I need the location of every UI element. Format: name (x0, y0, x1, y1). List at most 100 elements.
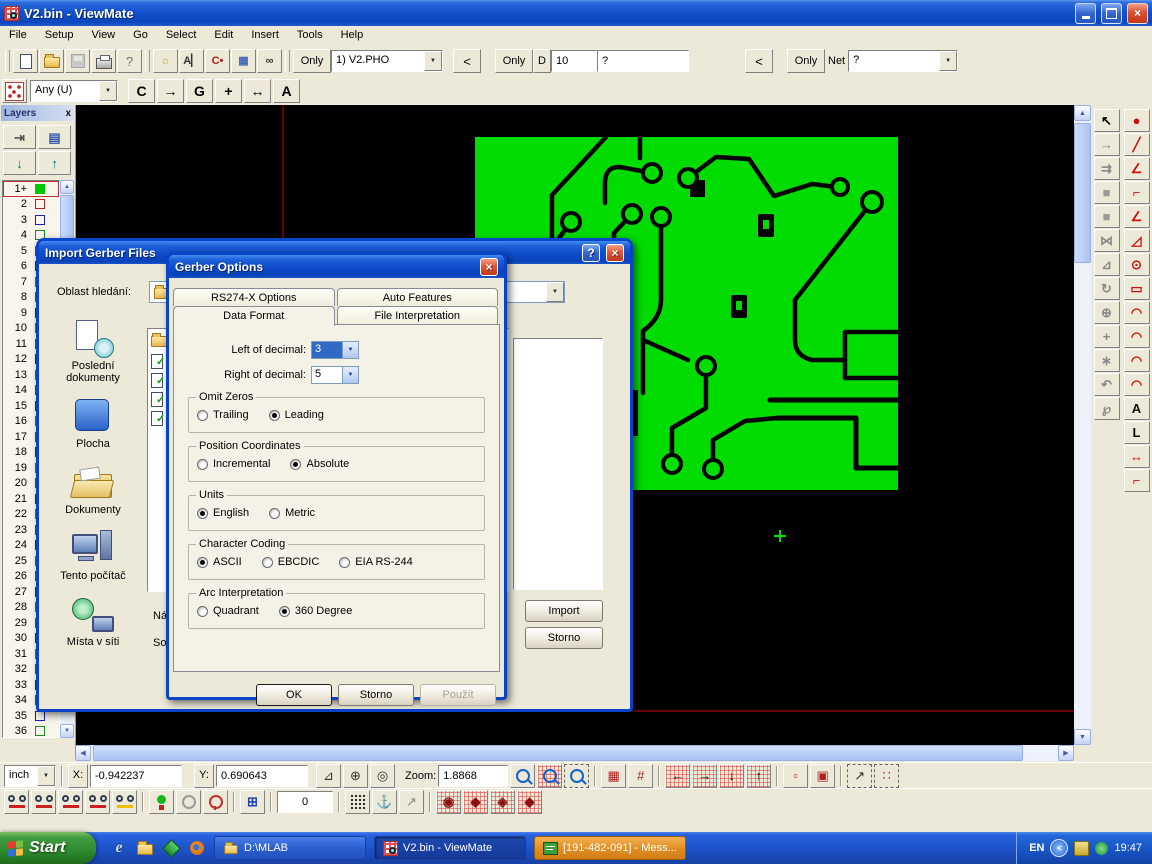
arc-cw-tool-icon[interactable]: ◠ (1124, 373, 1150, 396)
pan-up-icon[interactable]: ↑ (746, 764, 771, 788)
menu-item[interactable]: Go (124, 26, 157, 45)
print-icon[interactable] (91, 49, 116, 73)
layer-color-swatch[interactable] (35, 199, 45, 209)
dcode-list-icon[interactable]: C• (205, 49, 230, 73)
tray-clipboard-icon[interactable] (1074, 841, 1089, 856)
taskbar-task[interactable]: V2.bin - ViewMate (374, 836, 526, 860)
triangle-tool-icon[interactable]: ◿ (1124, 229, 1150, 252)
only-net-button[interactable]: Only (787, 49, 825, 73)
start-button[interactable]: Start (0, 832, 96, 864)
grid-capture-icon[interactable]: ▦ (601, 764, 626, 788)
chevron-down-icon[interactable]: ▼ (342, 342, 358, 358)
new-file-icon[interactable] (13, 49, 38, 73)
dimension-tool-icon[interactable]: ↔ (1124, 445, 1150, 468)
pan-right-icon[interactable]: → (692, 764, 717, 788)
menu-item[interactable]: File (0, 26, 36, 45)
scroll-up-icon[interactable]: ▲ (60, 180, 74, 194)
canvas-vertical-scrollbar[interactable]: ▲ ▼ (1074, 105, 1091, 745)
close-icon[interactable]: × (606, 244, 624, 262)
radio-icon[interactable] (339, 557, 350, 568)
only-layer-button[interactable]: Only (293, 49, 331, 73)
taskbar-task[interactable]: D:\MLAB (214, 836, 366, 860)
circle-tool-icon[interactable]: ⊙ (1124, 253, 1150, 276)
radio-icon[interactable] (197, 606, 208, 617)
menu-item[interactable]: Help (332, 26, 373, 45)
flash-tool-icon[interactable]: ● (1124, 109, 1150, 132)
tab[interactable]: RS274-X Options (173, 288, 335, 306)
highlight-mode-icon[interactable] (149, 790, 174, 814)
layer-row[interactable]: 1+ (3, 181, 59, 197)
radio-option[interactable]: Metric (269, 507, 315, 519)
maximize-button[interactable] (1101, 3, 1122, 24)
lamp-off-icon[interactable] (176, 790, 201, 814)
firefox-icon[interactable] (188, 839, 206, 857)
toolbar-grip[interactable] (5, 50, 10, 72)
measure-icon[interactable]: A▏ (179, 49, 204, 73)
rotate-icon[interactable]: ↻ (1094, 277, 1120, 300)
chevron-down-icon[interactable]: ▼ (939, 51, 957, 71)
lamp-probe-icon[interactable] (203, 790, 228, 814)
fill-pattern-icon[interactable]: ■ (1094, 205, 1120, 228)
arc-tool-icon[interactable]: ◠ (1124, 301, 1150, 324)
aperture-flash-icon[interactable]: + (215, 79, 242, 103)
layer-row[interactable]: 36 (3, 724, 59, 739)
net-combo[interactable]: ?▼ (848, 50, 958, 72)
select-points-icon[interactable]: ∷ (874, 764, 899, 788)
probe-icon[interactable]: ◎ (370, 764, 395, 788)
layer-row[interactable]: 2 (3, 197, 59, 213)
taskbar-task[interactable]: [191-482-091] - Mess... (534, 836, 686, 860)
dcode-query-input[interactable] (597, 50, 689, 72)
layer-color-swatch[interactable] (35, 184, 45, 194)
place-my-computer[interactable]: Tento počítač (47, 530, 139, 582)
select-cursor-icon[interactable]: ↖ (1094, 109, 1120, 132)
snap-grid-icon[interactable] (345, 790, 370, 814)
help-icon[interactable]: ? (582, 244, 600, 262)
folder-launch-icon[interactable] (136, 839, 154, 857)
clock[interactable]: 19:47 (1114, 842, 1142, 854)
view-flash-icon[interactable] (85, 790, 110, 814)
previous-layer-button[interactable]: < (453, 49, 481, 73)
text-tool-icon[interactable]: A (1124, 397, 1150, 420)
radio-icon[interactable] (197, 508, 208, 519)
corner-tool-icon[interactable]: ⌐ (1124, 181, 1150, 204)
menu-item[interactable]: Tools (288, 26, 332, 45)
chevron-down-icon[interactable]: ▼ (424, 51, 442, 71)
menu-item[interactable]: Select (157, 26, 206, 45)
aperture-g-icon[interactable]: G (186, 79, 213, 103)
layer-color-swatch[interactable] (35, 215, 45, 225)
aperture-filter-combo[interactable]: Any (U)▼ (30, 80, 118, 102)
tray-status-icon[interactable] (1095, 842, 1108, 855)
dcode-button[interactable]: D (533, 49, 551, 73)
pad-delete-icon[interactable]: ◆ (517, 790, 542, 814)
radio-option[interactable]: ASCII (197, 556, 242, 568)
place-desktop[interactable]: Plocha (47, 398, 139, 450)
language-indicator[interactable]: EN (1029, 842, 1044, 854)
dcode-input[interactable] (551, 50, 597, 72)
unit-combo[interactable]: inch▼ (4, 765, 56, 787)
decimal-combo[interactable]: 3 ▼ (311, 341, 359, 359)
arc3-tool-icon[interactable]: ◠ (1124, 325, 1150, 348)
tile-windows-icon[interactable]: ⊞ (240, 790, 265, 814)
grid-lines-icon[interactable]: # (628, 764, 653, 788)
internet-explorer-icon[interactable]: e (110, 839, 128, 857)
place-documents[interactable]: Dokumenty (47, 464, 139, 516)
layer-color-swatch[interactable] (35, 726, 45, 736)
italic-text-tool-icon[interactable]: L (1124, 421, 1150, 444)
chevron-down-icon[interactable]: ▼ (99, 81, 117, 101)
y-coordinate-field[interactable] (216, 765, 308, 787)
origin-icon[interactable]: ⊕ (343, 764, 368, 788)
gerber-options-titlebar[interactable]: Gerber Options × (169, 255, 504, 278)
arc-ccw-tool-icon[interactable]: ◠ (1124, 349, 1150, 372)
ok-button[interactable]: OK (256, 684, 332, 706)
view-layers-icon[interactable] (31, 790, 56, 814)
fill-solid-icon[interactable]: ■ (1094, 181, 1120, 204)
layer-combo[interactable]: 1) V2.PHO▼ (331, 50, 443, 72)
import-button[interactable]: Import (525, 600, 603, 622)
lasso-icon[interactable]: ℘ (1094, 397, 1120, 420)
context-help-icon[interactable]: ? (117, 49, 142, 73)
hide-panel-icon[interactable]: ⇥ (3, 125, 36, 149)
zoom-field[interactable] (438, 765, 508, 787)
layer-table-icon[interactable]: ▤ (38, 125, 71, 149)
flip-vertical-icon[interactable]: ⊿ (1094, 253, 1120, 276)
aperture-stretch-icon[interactable]: ↔ (244, 79, 271, 103)
